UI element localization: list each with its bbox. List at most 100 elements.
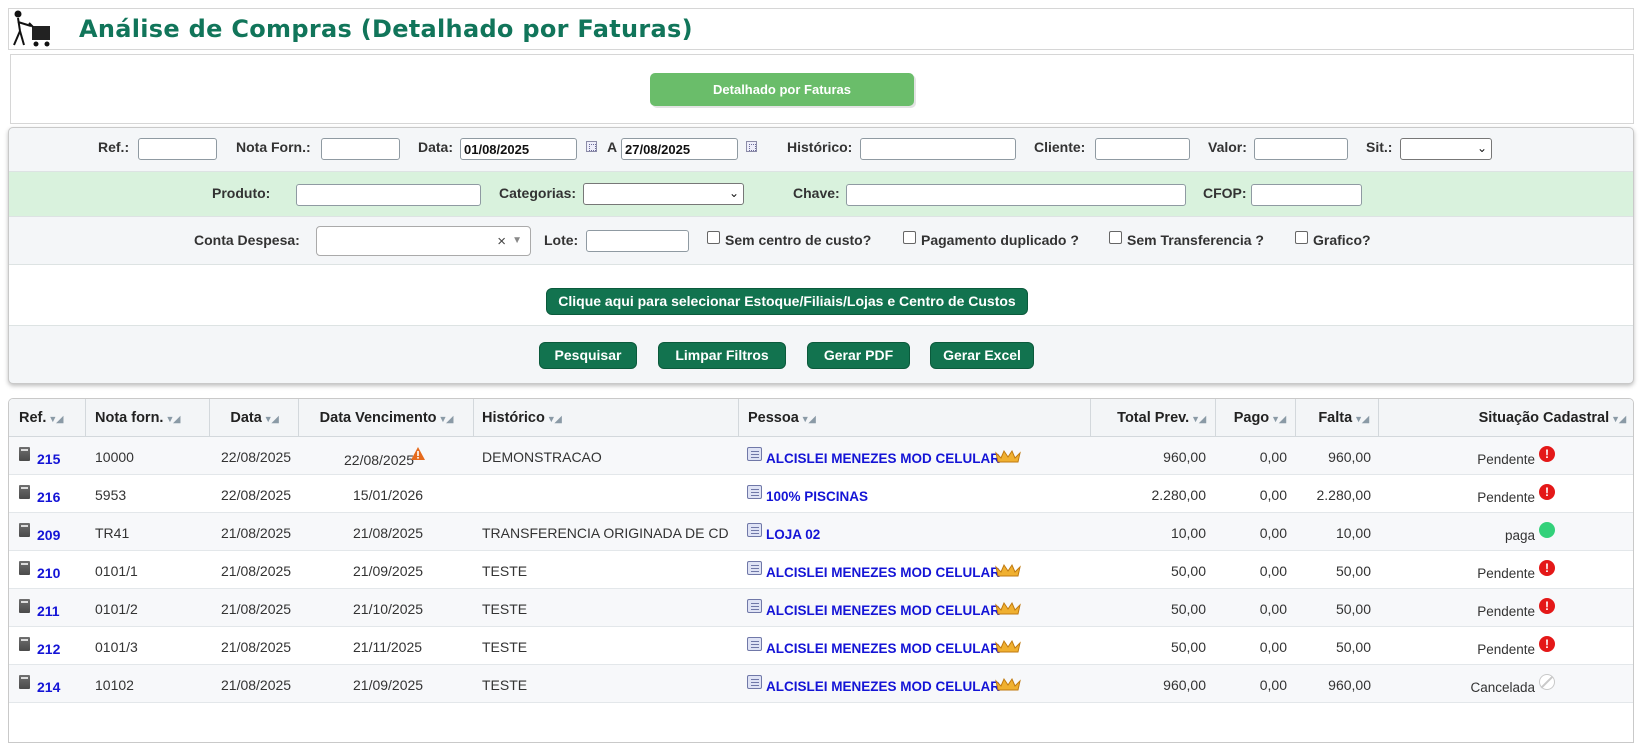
chave-input[interactable] — [846, 184, 1186, 206]
pago-cell: 0,00 — [1259, 449, 1287, 465]
vencimento-cell: 15/01/2026 — [353, 487, 424, 503]
person-card-icon[interactable] — [747, 447, 762, 461]
person-card-icon[interactable] — [747, 637, 762, 651]
person-card-icon[interactable] — [747, 675, 762, 689]
total-cell: 2.280,00 — [1151, 487, 1207, 503]
person-card-icon[interactable] — [747, 561, 762, 575]
col-pago[interactable]: Pago ▼◢ — [1216, 399, 1296, 437]
table-row[interactable]: 216 5953 22/08/2025 15/01/2026 100% PISCINAS… — [9, 475, 1633, 513]
pesquisar-button[interactable]: Pesquisar — [539, 342, 637, 369]
pessoa-link[interactable]: ALCISLEI MENEZES MOD CELULAR — [766, 679, 1000, 694]
historico-input[interactable] — [860, 138, 1016, 160]
data-to-input[interactable] — [621, 138, 738, 160]
pagamento-duplicado-checkbox[interactable] — [903, 231, 916, 244]
table-row[interactable]: 215 10000 22/08/2025 22/08/2025 DEMONSTRACAO… — [9, 437, 1633, 475]
nota-cell: 10102 — [95, 677, 134, 693]
data-cell: 21/08/2025 — [221, 601, 292, 617]
table-row[interactable]: 210 0101/1 21/08/2025 21/09/2025 TESTE ALCISL… — [9, 551, 1633, 589]
vencimento-cell: 22/08/2025 — [344, 452, 415, 468]
calendar-icon[interactable] — [746, 141, 757, 152]
categorias-label: Categorias: — [499, 185, 577, 201]
chevron-down-icon: ⌄ — [1476, 141, 1487, 155]
ref-input[interactable] — [138, 138, 217, 160]
ref-link[interactable]: 209 — [37, 527, 60, 543]
nota-cell: 0101/3 — [95, 639, 138, 655]
produto-input[interactable] — [296, 184, 481, 206]
select-estoque-button[interactable]: Clique aqui para selecionar Estoque/Fili… — [546, 288, 1028, 315]
col-pessoa[interactable]: Pessoa ▼◢ — [739, 399, 1091, 437]
ref-link[interactable]: 212 — [37, 641, 60, 657]
col-data[interactable]: Data ▼◢ — [210, 399, 299, 437]
clear-icon[interactable]: × — [497, 233, 506, 250]
ref-link[interactable]: 211 — [37, 603, 60, 619]
ref-link[interactable]: 210 — [37, 565, 60, 581]
document-icon[interactable] — [19, 637, 30, 651]
table-row[interactable]: 209 TR41 21/08/2025 21/08/2025 TRANSFERENCIA… — [9, 513, 1633, 551]
filter-actions: Pesquisar Limpar Filtros Gerar PDF Gerar… — [9, 326, 1633, 383]
data-cell: 21/08/2025 — [221, 563, 292, 579]
valor-input[interactable] — [1254, 138, 1348, 160]
pessoa-link[interactable]: ALCISLEI MENEZES MOD CELULAR — [766, 641, 1000, 656]
col-vencimento[interactable]: Data Vencimento ▼◢ — [299, 399, 474, 437]
document-icon[interactable] — [19, 523, 30, 537]
grafico-checkbox[interactable] — [1295, 231, 1308, 244]
detalhado-por-faturas-button[interactable]: Detalhado por Faturas — [650, 73, 914, 106]
person-card-icon[interactable] — [747, 599, 762, 613]
col-situacao[interactable]: Situação Cadastral ▼◢ — [1379, 399, 1633, 437]
data-label: Data: — [418, 139, 454, 155]
historico-cell: DEMONSTRACAO — [482, 449, 602, 465]
sort-icon: ▼◢ — [165, 414, 180, 424]
pessoa-link[interactable]: 100% PISCINAS — [766, 489, 868, 504]
pessoa-link[interactable]: ALCISLEI MENEZES MOD CELULAR — [766, 451, 1000, 466]
historico-cell: TESTE — [482, 601, 528, 617]
filter-row-1: Ref.: Nota Forn.: Data: A Histórico: Cli… — [9, 128, 1633, 171]
document-icon[interactable] — [19, 599, 30, 613]
ref-label: Ref.: — [98, 139, 130, 155]
document-icon[interactable] — [19, 561, 30, 575]
nota-label: Nota Forn.: — [236, 139, 311, 155]
conta-despesa-select[interactable]: × ▼ — [316, 226, 531, 256]
sit-select[interactable]: ⌄ — [1400, 138, 1492, 160]
lote-input[interactable] — [586, 230, 689, 252]
shopping-cart-icon — [13, 10, 50, 47]
pessoa-link[interactable]: ALCISLEI MENEZES MOD CELULAR — [766, 603, 1000, 618]
table-row[interactable]: 212 0101/3 21/08/2025 21/11/2025 TESTE ALCISL… — [9, 627, 1633, 665]
ref-link[interactable]: 215 — [37, 451, 60, 467]
col-total[interactable]: Total Prev. ▼◢ — [1091, 399, 1216, 437]
paid-status-icon — [1539, 522, 1555, 538]
crown-icon — [995, 563, 1021, 577]
document-icon[interactable] — [19, 485, 30, 499]
conta-despesa-label: Conta Despesa: — [194, 232, 300, 248]
table-row[interactable]: 211 0101/2 21/08/2025 21/10/2025 TESTE ALCISL… — [9, 589, 1633, 627]
document-icon[interactable] — [19, 447, 30, 461]
ref-link[interactable]: 214 — [37, 679, 60, 695]
vencimento-cell: 21/11/2025 — [353, 639, 423, 655]
cfop-label: CFOP: — [1203, 185, 1247, 201]
cliente-input[interactable] — [1095, 138, 1190, 160]
data-from-input[interactable] — [460, 138, 577, 160]
document-icon[interactable] — [19, 675, 30, 689]
limpar-filtros-button[interactable]: Limpar Filtros — [658, 342, 786, 369]
cfop-input[interactable] — [1251, 184, 1362, 206]
gerar-excel-button[interactable]: Gerar Excel — [930, 342, 1034, 369]
ref-link[interactable]: 216 — [37, 489, 60, 505]
table-row[interactable]: 214 10102 21/08/2025 21/09/2025 TESTE ALCISLE… — [9, 665, 1633, 703]
calendar-icon[interactable] — [586, 141, 597, 152]
pessoa-link[interactable]: ALCISLEI MENEZES MOD CELULAR — [766, 565, 1000, 580]
categorias-select[interactable]: ⌄ — [583, 183, 744, 205]
nota-input[interactable] — [321, 138, 400, 160]
col-historico[interactable]: Histórico ▼◢ — [474, 399, 739, 437]
gerar-pdf-button[interactable]: Gerar PDF — [807, 342, 910, 369]
falta-cell: 50,00 — [1335, 563, 1371, 579]
person-card-icon[interactable] — [747, 485, 762, 499]
chevron-down-icon: ▼ — [512, 235, 522, 246]
person-card-icon[interactable] — [747, 523, 762, 537]
filter-panel: Ref.: Nota Forn.: Data: A Histórico: Cli… — [8, 127, 1634, 384]
pessoa-link[interactable]: LOJA 02 — [766, 527, 820, 542]
col-falta[interactable]: Falta ▼◢ — [1296, 399, 1379, 437]
lote-label: Lote: — [544, 232, 579, 248]
col-ref[interactable]: Ref. ▼◢ — [9, 399, 86, 437]
sem-centro-checkbox[interactable] — [707, 231, 720, 244]
col-nota[interactable]: Nota forn. ▼◢ — [86, 399, 210, 437]
sem-transferencia-checkbox[interactable] — [1109, 231, 1122, 244]
